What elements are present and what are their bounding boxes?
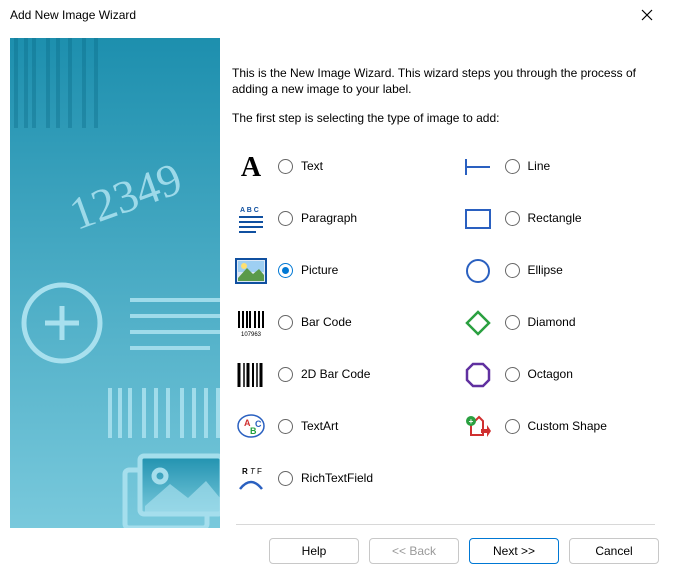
close-icon [641, 9, 653, 21]
option-barcode: 107963 Bar Code [232, 297, 429, 349]
option-paragraph-label[interactable]: Paragraph [301, 211, 357, 227]
content-area: 12349 [0, 30, 673, 530]
option-line-label[interactable]: Line [528, 159, 551, 175]
option-diamond: Diamond [459, 297, 656, 349]
ellipse-icon [459, 252, 497, 290]
svg-text:T: T [250, 467, 256, 476]
option-text: A Text [232, 141, 429, 193]
option-diamond-label[interactable]: Diamond [528, 315, 576, 331]
option-barcode-label[interactable]: Bar Code [301, 315, 352, 331]
option-textart-label[interactable]: TextArt [301, 419, 338, 435]
next-button[interactable]: Next >> [469, 538, 559, 564]
close-button[interactable] [629, 1, 665, 29]
customshape-icon: + [459, 408, 497, 446]
wizard-sidebar-image: 12349 [10, 38, 220, 528]
radio-diamond[interactable] [505, 315, 520, 330]
option-customshape-label[interactable]: Custom Shape [528, 419, 607, 435]
option-octagon: Octagon [459, 349, 656, 401]
option-richtext-label[interactable]: RichTextField [301, 471, 373, 487]
options-grid: A Text A B C [232, 141, 655, 505]
option-rectangle: Rectangle [459, 193, 656, 245]
diamond-icon [459, 304, 497, 342]
step-text: The first step is selecting the type of … [232, 111, 655, 127]
titlebar: Add New Image Wizard [0, 0, 673, 30]
option-picture: Picture [232, 245, 429, 297]
option-richtext: R T F RichTextField [232, 453, 429, 505]
radio-barcode[interactable] [278, 315, 293, 330]
radio-ellipse[interactable] [505, 263, 520, 278]
option-ellipse: Ellipse [459, 245, 656, 297]
svg-text:A B C: A B C [240, 207, 259, 214]
option-textart: A B C TextArt [232, 401, 429, 453]
option-paragraph: A B C Paragraph [232, 193, 429, 245]
paragraph-icon: A B C [232, 200, 270, 238]
option-2dbarcode: 2D Bar Code [232, 349, 429, 401]
radio-line[interactable] [505, 159, 520, 174]
option-customshape: + Custom Shape [459, 401, 656, 453]
radio-textart[interactable] [278, 419, 293, 434]
picture-icon [232, 252, 270, 290]
line-icon [459, 148, 497, 186]
option-picture-label[interactable]: Picture [301, 263, 338, 279]
barcode-icon: 107963 [232, 304, 270, 342]
textart-icon: A B C [232, 408, 270, 446]
svg-text:C: C [255, 419, 262, 429]
option-2dbarcode-label[interactable]: 2D Bar Code [301, 367, 370, 383]
wizard-window: Add New Image Wizard [0, 0, 673, 578]
options-right-column: Line Rectangle Ellipse [459, 141, 656, 505]
options-left-column: A Text A B C [232, 141, 429, 505]
option-line: Line [459, 141, 656, 193]
option-rectangle-label[interactable]: Rectangle [528, 211, 582, 227]
cancel-button[interactable]: Cancel [569, 538, 659, 564]
octagon-icon [459, 356, 497, 394]
svg-text:+: + [468, 417, 473, 426]
radio-octagon[interactable] [505, 367, 520, 382]
option-octagon-label[interactable]: Octagon [528, 367, 573, 383]
svg-text:R: R [242, 467, 248, 476]
main-panel: This is the New Image Wizard. This wizar… [232, 38, 663, 530]
svg-text:F: F [257, 467, 262, 476]
svg-text:A: A [241, 152, 262, 182]
radio-picture[interactable] [278, 263, 293, 278]
rectangle-icon [459, 200, 497, 238]
radio-2dbarcode[interactable] [278, 367, 293, 382]
radio-paragraph[interactable] [278, 211, 293, 226]
back-button[interactable]: << Back [369, 538, 459, 564]
footer-buttons: Help << Back Next >> Cancel [0, 530, 673, 578]
text-icon: A [232, 148, 270, 186]
radio-customshape[interactable] [505, 419, 520, 434]
help-button[interactable]: Help [269, 538, 359, 564]
svg-text:107963: 107963 [241, 332, 262, 338]
radio-rectangle[interactable] [505, 211, 520, 226]
intro-text: This is the New Image Wizard. This wizar… [232, 66, 655, 97]
radio-richtext[interactable] [278, 471, 293, 486]
radio-text[interactable] [278, 159, 293, 174]
window-title: Add New Image Wizard [10, 8, 136, 22]
barcode2d-icon [232, 356, 270, 394]
richtext-icon: R T F [232, 460, 270, 498]
option-text-label[interactable]: Text [301, 159, 323, 175]
option-ellipse-label[interactable]: Ellipse [528, 263, 563, 279]
